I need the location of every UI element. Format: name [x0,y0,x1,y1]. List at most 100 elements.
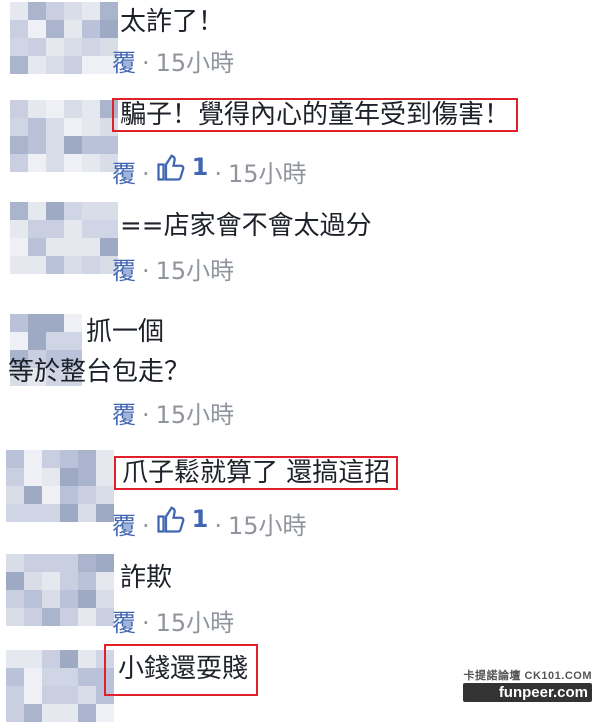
mosaic-pixel [82,56,100,74]
timestamp[interactable]: 15小時 [156,49,235,77]
mosaic-pixel [96,468,114,486]
mosaic-pixel [28,238,46,256]
mosaic-pixel [6,704,24,722]
mosaic-pixel [82,238,100,256]
mosaic-pixel [78,468,96,486]
mosaic-pixel [46,118,64,136]
mosaic-pixel [46,20,64,38]
reply-link[interactable]: 覆 [112,257,136,285]
mosaic-pixel [28,38,46,56]
mosaic-pixel [60,608,78,626]
reply-link[interactable]: 覆 [112,609,136,637]
timestamp[interactable]: 15小時 [156,257,235,285]
timestamp[interactable]: 15小時 [156,609,235,637]
mosaic-pixel [6,486,24,504]
mosaic-pixel [24,468,42,486]
mosaic-pixel [78,572,96,590]
mosaic-pixel [42,572,60,590]
mosaic-pixel [28,20,46,38]
mosaic-pixel [78,608,96,626]
comment-text-highlighted: 小錢還耍賤 [104,644,259,696]
mosaic-pixel [6,504,24,522]
timestamp[interactable]: 15小時 [228,160,307,188]
mosaic-pixel [64,38,82,56]
mosaic-pixel [64,118,82,136]
mosaic-pixel [82,2,100,20]
mosaic-pixel [10,56,28,74]
mosaic-pixel [42,668,60,686]
blurred-avatar-name [6,650,114,722]
mosaic-pixel [96,704,114,722]
mosaic-pixel [10,332,28,350]
mosaic-pixel [42,504,60,522]
mosaic-pixel [78,486,96,504]
mosaic-pixel [82,136,100,154]
mosaic-pixel [64,56,82,74]
reply-link[interactable]: 覆 [112,512,136,540]
mosaic-pixel [64,238,82,256]
mosaic-pixel [28,314,46,332]
mosaic-pixel [42,554,60,572]
mosaic-pixel [96,554,114,572]
mosaic-pixel [42,686,60,704]
mosaic-pixel [28,202,46,220]
mosaic-pixel [100,238,118,256]
comment-meta: 覆 · 15小時 [112,256,234,286]
mosaic-pixel [28,100,46,118]
separator: · [142,609,150,637]
mosaic-pixel [42,608,60,626]
mosaic-pixel [6,650,24,668]
like-count: 1 [191,505,209,533]
reply-link[interactable]: 覆 [112,401,136,429]
separator: · [214,512,222,540]
mosaic-pixel [28,118,46,136]
mosaic-pixel [82,256,100,274]
mosaic-pixel [28,332,46,350]
mosaic-pixel [82,220,100,238]
timestamp[interactable]: 15小時 [156,401,235,429]
mosaic-pixel [60,686,78,704]
mosaic-pixel [64,136,82,154]
mosaic-pixel [10,38,28,56]
mosaic-pixel [6,554,24,572]
mosaic-pixel [28,2,46,20]
mosaic-pixel [24,668,42,686]
comment-meta: 覆 · 15小時 [112,48,234,78]
timestamp[interactable]: 15小時 [228,512,307,540]
reply-link[interactable]: 覆 [112,160,136,188]
mosaic-pixel [6,450,24,468]
mosaic-pixel [10,256,28,274]
mosaic-pixel [64,256,82,274]
mosaic-pixel [28,256,46,274]
thumbs-up-icon [157,506,185,533]
mosaic-pixel [6,590,24,608]
mosaic-pixel [42,650,60,668]
mosaic-pixel [60,704,78,722]
mosaic-pixel [64,332,82,350]
mosaic-pixel [10,202,28,220]
comment-text-line2: 等於整台包走？ [8,357,191,387]
mosaic-pixel [60,650,78,668]
mosaic-pixel [42,590,60,608]
mosaic-pixel [60,504,78,522]
mosaic-pixel [100,20,118,38]
mosaic-pixel [96,486,114,504]
mosaic-pixel [46,256,64,274]
mosaic-pixel [82,38,100,56]
reply-link[interactable]: 覆 [112,49,136,77]
mosaic-pixel [46,2,64,20]
mosaic-pixel [24,504,42,522]
blurred-avatar-name [10,202,118,274]
mosaic-pixel [60,486,78,504]
like-badge[interactable]: 1 [156,504,209,534]
mosaic-pixel [64,2,82,20]
mosaic-pixel [6,572,24,590]
mosaic-pixel [100,220,118,238]
mosaic-pixel [60,668,78,686]
mosaic-pixel [60,450,78,468]
mosaic-pixel [6,608,24,626]
mosaic-pixel [82,20,100,38]
like-badge[interactable]: 1 [156,152,208,182]
mosaic-pixel [42,450,60,468]
mosaic-pixel [46,100,64,118]
